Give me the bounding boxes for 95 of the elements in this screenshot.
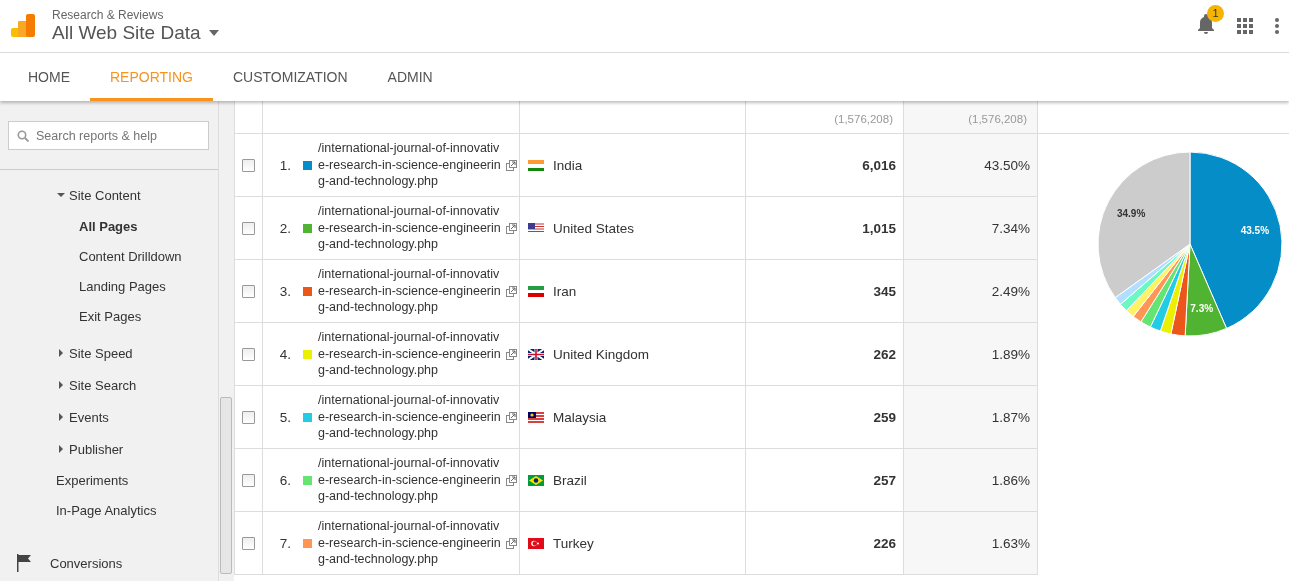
slice-label: 34.9% xyxy=(1116,207,1146,219)
sessions-value: 257 xyxy=(873,472,896,488)
row-index: 7. xyxy=(278,535,291,551)
country-flag-icon xyxy=(528,474,544,486)
country-name: United States xyxy=(553,220,635,236)
external-link-icon[interactable] xyxy=(506,159,517,171)
external-link-icon[interactable] xyxy=(506,222,517,234)
flag-icon xyxy=(16,554,32,572)
page-link[interactable]: /international-journal-of-innovative-research-in-science-engineering-and-technology.php xyxy=(318,266,504,316)
country-flag-icon xyxy=(528,411,544,423)
percentage-value: 7.34% xyxy=(991,220,1030,236)
scrollbar[interactable] xyxy=(218,101,233,581)
percentage-value: 2.49% xyxy=(991,283,1030,299)
search-box[interactable]: Search reports & help xyxy=(8,121,209,150)
analytics-logo-icon xyxy=(10,13,36,39)
row-checkbox[interactable] xyxy=(242,536,255,550)
sidebar-item[interactable]: Exit Pages xyxy=(0,301,218,331)
sidebar-item[interactable]: Site Search xyxy=(0,369,218,401)
external-link-icon[interactable] xyxy=(506,537,517,549)
row-index: 2. xyxy=(278,220,291,236)
slice-label: 7.3% xyxy=(1190,303,1214,315)
property-selector[interactable]: All Web Site Data xyxy=(52,22,219,44)
caret-down-icon xyxy=(57,191,65,199)
account-name: Research & Reviews xyxy=(52,8,165,22)
row-index: 6. xyxy=(278,472,291,488)
row-checkbox[interactable] xyxy=(242,410,255,424)
notification-badge: 1 xyxy=(1207,5,1224,22)
page-link[interactable]: /international-journal-of-innovative-research-in-science-engineering-and-technology.php xyxy=(318,203,504,253)
search-field[interactable]: Search reports & help xyxy=(34,127,198,144)
sessions-value: 262 xyxy=(873,346,896,362)
percentage-value: 1.86% xyxy=(991,472,1030,488)
page-link[interactable]: /international-journal-of-innovative-research-in-science-engineering-and-technology.php xyxy=(318,518,504,568)
page-link[interactable]: /international-journal-of-innovative-research-in-science-engineering-and-technology.php xyxy=(318,329,504,379)
row-checkbox[interactable] xyxy=(242,158,255,172)
sidebar-item[interactable]: Site Content xyxy=(0,179,218,211)
nav-tab[interactable]: ADMIN xyxy=(367,56,453,101)
external-link-icon[interactable] xyxy=(506,474,517,486)
row-checkbox[interactable] xyxy=(242,347,255,361)
country-flag-icon xyxy=(528,537,544,549)
apps-grid-icon[interactable] xyxy=(1237,18,1253,34)
total-value: (1,576,208) xyxy=(834,113,893,125)
country-name: Iran xyxy=(553,283,577,299)
row-index: 1. xyxy=(278,157,291,173)
sidebar-item[interactable]: Landing Pages xyxy=(0,271,218,301)
external-link-icon[interactable] xyxy=(506,411,517,423)
country-flag-icon xyxy=(528,159,544,171)
notification-bell-icon[interactable] xyxy=(1197,14,1215,34)
scrollbar-thumb[interactable] xyxy=(220,397,232,574)
sidebar-item[interactable]: In-Page Analytics xyxy=(0,495,218,525)
slice-label: 43.5% xyxy=(1240,224,1270,236)
total-value: (1,576,208) xyxy=(968,113,1027,125)
sessions-value: 1,015 xyxy=(862,220,896,236)
caret-down-icon xyxy=(208,30,219,36)
sidebar-item[interactable]: Site Speed xyxy=(0,337,218,369)
sessions-value: 6,016 xyxy=(862,157,896,173)
caret-right-icon xyxy=(57,413,65,421)
sidebar-item[interactable]: Events xyxy=(0,401,218,433)
percentage-value: 1.89% xyxy=(991,346,1030,362)
sidebar-item[interactable]: All Pages xyxy=(0,211,218,241)
more-menu-icon[interactable] xyxy=(1275,18,1279,34)
percentage-value: 43.50% xyxy=(984,157,1030,173)
percentage-value: 1.87% xyxy=(991,409,1030,425)
nav-tab[interactable]: HOME xyxy=(8,56,90,101)
sessions-value: 226 xyxy=(873,535,896,551)
nav-tab[interactable]: CUSTOMIZATION xyxy=(213,56,368,101)
search-icon xyxy=(17,129,29,142)
caret-right-icon xyxy=(57,349,65,357)
sidebar-item[interactable]: Publisher xyxy=(0,433,218,465)
external-link-icon[interactable] xyxy=(506,285,517,297)
country-flag-icon xyxy=(528,348,544,360)
page-link[interactable]: /international-journal-of-innovative-research-in-science-engineering-and-technology.php xyxy=(318,140,504,190)
external-link-icon[interactable] xyxy=(506,348,517,360)
sidebar-item[interactable]: Conversions xyxy=(0,547,218,579)
caret-right-icon xyxy=(57,445,65,453)
row-index: 4. xyxy=(278,346,291,362)
country-flag-icon xyxy=(528,285,544,297)
sidebar-item[interactable]: Content Drilldown xyxy=(0,241,218,271)
row-checkbox[interactable] xyxy=(242,221,255,235)
country-name: Brazil xyxy=(553,472,587,488)
country-name: India xyxy=(553,157,583,173)
page-link[interactable]: /international-journal-of-innovative-research-in-science-engineering-and-technology.php xyxy=(318,455,504,505)
country-name: United Kingdom xyxy=(553,346,650,362)
row-index: 3. xyxy=(278,283,291,299)
page-link[interactable]: /international-journal-of-innovative-research-in-science-engineering-and-technology.php xyxy=(318,392,504,442)
country-name: Turkey xyxy=(553,535,594,551)
country-name: Malaysia xyxy=(553,409,607,425)
row-index: 5. xyxy=(278,409,291,425)
sidebar-item[interactable]: Experiments xyxy=(0,465,218,495)
country-flag-icon xyxy=(528,222,544,234)
row-checkbox[interactable] xyxy=(242,284,255,298)
row-checkbox[interactable] xyxy=(242,473,255,487)
sessions-value: 259 xyxy=(873,409,896,425)
percentage-value: 1.63% xyxy=(991,535,1030,551)
sessions-value: 345 xyxy=(873,283,896,299)
caret-right-icon xyxy=(57,381,65,389)
